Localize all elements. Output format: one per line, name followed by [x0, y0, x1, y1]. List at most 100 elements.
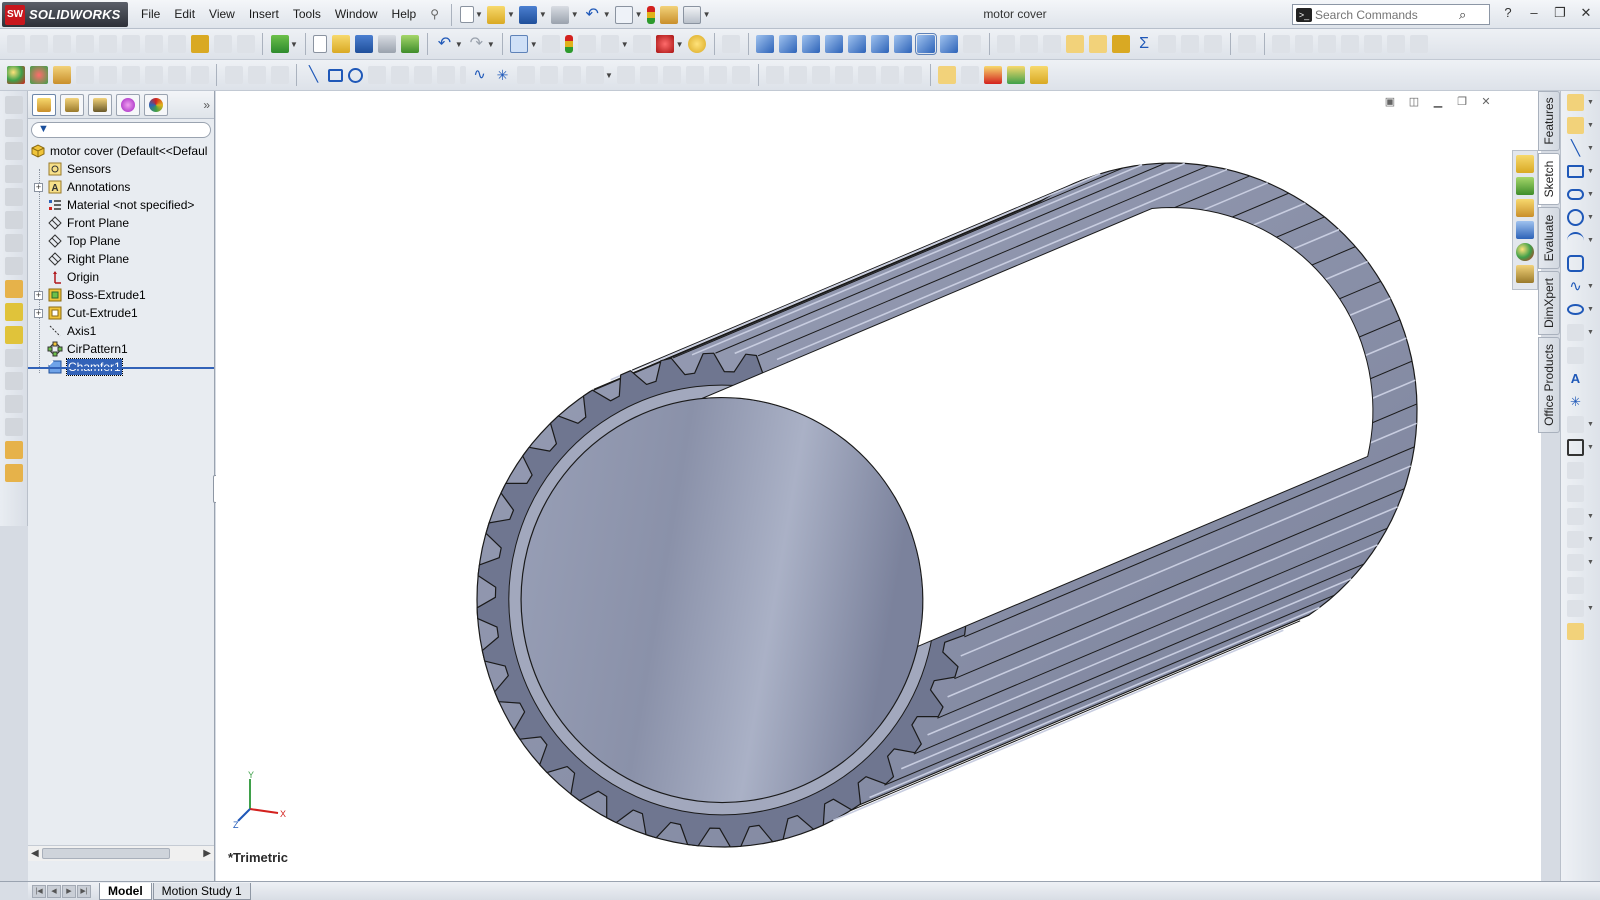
- dropdown-icon[interactable]: ▼: [1587, 99, 1594, 106]
- tab-dimxpert-manager[interactable]: [116, 93, 140, 116]
- surface-tool-icon[interactable]: [236, 35, 255, 53]
- scroll-left-icon[interactable]: ◀: [31, 846, 39, 862]
- standard-view-icon[interactable]: [789, 66, 808, 84]
- swept-boss-icon[interactable]: [5, 142, 23, 160]
- standard-view-icon[interactable]: [835, 66, 854, 84]
- select-arrow-icon[interactable]: [615, 5, 634, 24]
- draft-icon[interactable]: [5, 349, 23, 367]
- lofted-cut-icon[interactable]: [5, 257, 23, 275]
- spelling-icon[interactable]: [997, 35, 1016, 53]
- sketch-tool-row[interactable]: ▼: [1561, 229, 1600, 252]
- model-view[interactable]: [216, 91, 1541, 881]
- menu-edit[interactable]: Edit: [167, 0, 202, 29]
- surface-tool-icon[interactable]: [98, 35, 117, 53]
- tree-item-boss-extrude1[interactable]: + Boss-Extrude1: [28, 286, 214, 304]
- top-view-icon[interactable]: [848, 35, 867, 53]
- select-icon[interactable]: [510, 35, 529, 53]
- menu-insert[interactable]: Insert: [242, 0, 286, 29]
- scene-icon[interactable]: [29, 66, 48, 84]
- menu-file[interactable]: File: [134, 0, 167, 29]
- circle-icon[interactable]: [347, 67, 363, 83]
- hide-show-icon[interactable]: [633, 35, 652, 53]
- tab-evaluate[interactable]: Evaluate: [1538, 207, 1560, 269]
- undo-dropdown-icon[interactable]: ▼: [455, 40, 463, 49]
- extruded-cut-icon[interactable]: [5, 188, 23, 206]
- sketch-tool-row[interactable]: ▼: [1561, 505, 1600, 528]
- rotate-view-icon[interactable]: [1364, 35, 1383, 53]
- layer-dropdown-icon[interactable]: ▼: [621, 40, 629, 49]
- reference-geometry-icon[interactable]: [5, 441, 23, 459]
- surface-tool-icon[interactable]: [121, 35, 140, 53]
- render-tool-icon[interactable]: [144, 66, 163, 84]
- fillet-icon[interactable]: [436, 66, 455, 84]
- tab-feature-tree[interactable]: [32, 93, 56, 116]
- render-tool-icon[interactable]: [121, 66, 140, 84]
- sketch-tool-row[interactable]: ▼: [1561, 114, 1600, 137]
- sketch-tool-row[interactable]: ∿ ▼: [1561, 275, 1600, 298]
- render-tool-icon[interactable]: [75, 66, 94, 84]
- sketch-tool-row[interactable]: ▼: [1561, 436, 1600, 459]
- normal-to-icon[interactable]: [722, 35, 741, 53]
- line-icon[interactable]: ╲: [305, 66, 323, 84]
- tree-item-right-plane[interactable]: Right Plane: [28, 250, 214, 268]
- surface-tool-icon[interactable]: [144, 35, 163, 53]
- extruded-boss-icon[interactable]: [5, 96, 23, 114]
- sketch-tool-row[interactable]: ▼: [1561, 551, 1600, 574]
- save-dropdown-icon[interactable]: ▼: [539, 10, 547, 19]
- pin-icon[interactable]: ⚲: [423, 0, 446, 29]
- mirror-icon[interactable]: [617, 66, 636, 84]
- surface-tool-icon[interactable]: [167, 35, 186, 53]
- graphics-area[interactable]: ▣ ◫ ▁ ❐ ✕ Y X Z *Trimetric: [216, 91, 1541, 881]
- sketch-tool-row[interactable]: [1561, 574, 1600, 597]
- convert-entities-icon[interactable]: [663, 66, 682, 84]
- sketch-tool-row[interactable]: [1561, 459, 1600, 482]
- point-icon[interactable]: ✳: [494, 66, 512, 84]
- spline-icon[interactable]: ∿: [471, 66, 489, 84]
- dropdown-icon[interactable]: ▼: [1587, 513, 1594, 520]
- zoom-to-selection-icon[interactable]: [1341, 35, 1360, 53]
- tab-sketch[interactable]: Sketch: [1538, 153, 1560, 205]
- close-button[interactable]: ✕: [1576, 3, 1596, 23]
- shaded-with-edges-icon[interactable]: [915, 33, 938, 55]
- restore-button[interactable]: ❐: [1550, 3, 1570, 23]
- render-tool-icon[interactable]: [190, 66, 209, 84]
- sketch-tool-row[interactable]: ✳: [1561, 390, 1600, 413]
- help-button[interactable]: ?: [1498, 3, 1518, 23]
- open-icon[interactable]: [332, 35, 351, 53]
- sketch-tool-row[interactable]: ▼: [1561, 298, 1600, 321]
- isometric-view-icon[interactable]: [894, 35, 913, 53]
- left-view-icon[interactable]: [802, 35, 821, 53]
- tree-item-top-plane[interactable]: Top Plane: [28, 232, 214, 250]
- polygon-icon[interactable]: [367, 66, 386, 84]
- lofted-boss-icon[interactable]: [5, 165, 23, 183]
- menu-tools[interactable]: Tools: [286, 0, 328, 29]
- section-properties-icon[interactable]: [1066, 35, 1085, 53]
- tree-filter[interactable]: ▼: [31, 122, 211, 138]
- motor-cover-model[interactable]: [476, 162, 1418, 848]
- tab-property-manager[interactable]: [60, 93, 84, 116]
- first-tab-icon[interactable]: |◀: [32, 884, 46, 898]
- check-icon[interactable]: [1089, 35, 1108, 53]
- last-tab-icon[interactable]: ▶|: [77, 884, 91, 898]
- appearance-icon[interactable]: [656, 35, 675, 53]
- front-view-icon[interactable]: [756, 35, 775, 53]
- geometry-analysis-icon[interactable]: [1112, 35, 1131, 53]
- select-dropdown-icon[interactable]: ▼: [635, 10, 643, 19]
- expand-toggle-icon[interactable]: +: [34, 182, 43, 192]
- sketch-tool-row[interactable]: [1561, 344, 1600, 367]
- dropdown-icon[interactable]: ▼: [1587, 605, 1594, 612]
- rebuild-icon[interactable]: [565, 35, 574, 53]
- insert-component-icon[interactable]: [270, 35, 289, 53]
- options-dropdown-icon[interactable]: ▼: [703, 10, 711, 19]
- bottom-view-icon[interactable]: [871, 35, 890, 53]
- tab-display-manager[interactable]: [144, 93, 168, 116]
- roll-view-icon[interactable]: [1410, 35, 1429, 53]
- edit-sketch-icon[interactable]: [578, 35, 597, 53]
- file-explorer-icon[interactable]: [1516, 199, 1534, 217]
- tab-motion-study-1[interactable]: Motion Study 1: [152, 882, 251, 900]
- menu-help[interactable]: Help: [385, 0, 424, 29]
- tree-item-sensors[interactable]: Sensors: [28, 160, 214, 178]
- scrollbar-thumb[interactable]: [42, 848, 170, 859]
- revolved-boss-icon[interactable]: [5, 119, 23, 137]
- solidworks-resources-icon[interactable]: [1516, 155, 1534, 173]
